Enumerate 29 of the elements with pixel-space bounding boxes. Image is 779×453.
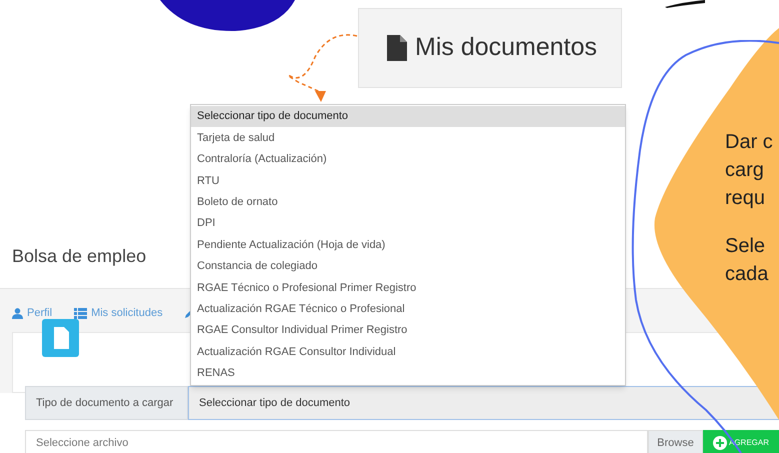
list-icon <box>74 308 88 319</box>
dropdown-option[interactable]: Seleccionar tipo de documento <box>191 106 625 128</box>
dropdown-option[interactable]: Tarjeta de salud <box>191 127 625 149</box>
dropdown-option[interactable]: RGAE Técnico o Profesional Primer Registro <box>191 277 625 299</box>
dropdown-option[interactable]: DPI <box>191 212 625 234</box>
browse-button[interactable]: Browse <box>648 430 703 453</box>
dropdown-option[interactable]: RENAS <box>191 362 625 384</box>
dropdown-option[interactable]: Actualización RGAE Consultor Individual <box>191 341 625 363</box>
dropdown-option[interactable]: RTU <box>191 170 625 192</box>
note-text: carg <box>725 158 765 183</box>
plus-circle-icon <box>712 436 727 450</box>
document-icon <box>387 35 407 61</box>
file-input[interactable]: Seleccione archivo <box>25 430 648 453</box>
callout-title: Mis documentos <box>415 32 598 64</box>
dropdown-option[interactable]: Actualización RGAE Técnico o Profesional <box>191 298 625 320</box>
note-text: Dar c <box>725 130 773 155</box>
user-icon <box>12 308 23 319</box>
dropdown-option[interactable]: Boleto de ornato <box>191 192 625 213</box>
dropdown-option[interactable]: RGAE Consultor Individual Primer Registro <box>191 320 625 342</box>
note-text: Sele <box>725 234 766 259</box>
page-title: Bolsa de empleo <box>12 245 146 268</box>
note-text: cada <box>725 262 770 287</box>
brush-stroke <box>665 0 705 8</box>
document-type-select[interactable]: Seleccionar tipo de documento <box>188 386 779 420</box>
dropdown-option[interactable]: Contraloría (Actualización) <box>191 148 625 170</box>
dropdown-option[interactable]: Pendiente Actualización (Hoja de vida) <box>191 234 625 256</box>
field-label: Tipo de documento a cargar <box>25 386 188 420</box>
dropdown-option[interactable]: Constancia de colegiado <box>191 256 625 278</box>
note-text: requ <box>725 186 766 211</box>
